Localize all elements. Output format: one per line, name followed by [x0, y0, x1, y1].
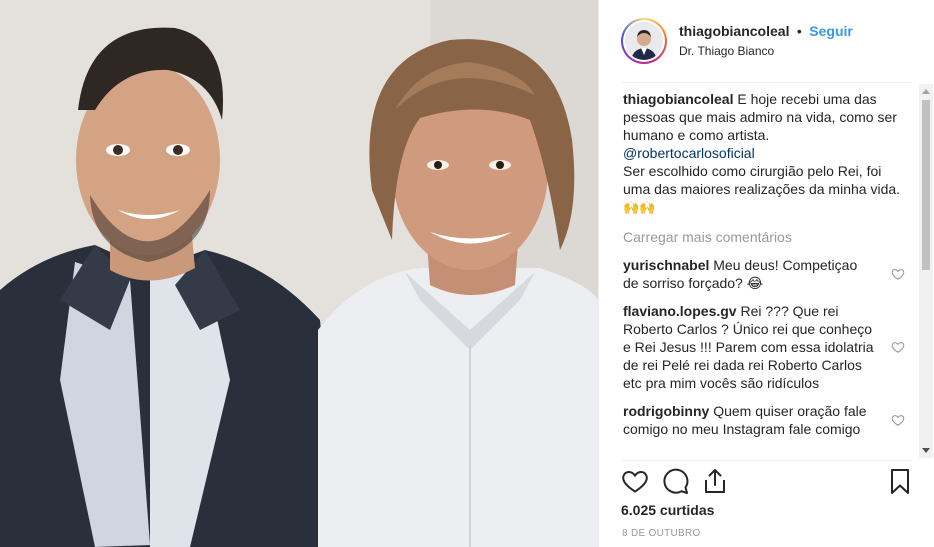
story-ring[interactable]: [621, 18, 667, 64]
caption-text-2: Ser escolhido como cirurgião pelo Rei, f…: [623, 163, 901, 197]
comment-username[interactable]: rodrigobinny: [623, 403, 709, 419]
instagram-post: thiagobiancoleal • Seguir Dr. Thiago Bia…: [0, 0, 934, 547]
comment-item: rodrigobinny Quem quiser oração fale com…: [623, 402, 909, 438]
comment-item: flaviano.lopes.gv Rei ??? Que rei Robert…: [623, 302, 909, 392]
comments-scrollbar[interactable]: [919, 84, 933, 458]
separator-dot: •: [796, 23, 802, 39]
avatar[interactable]: [625, 22, 663, 60]
heart-icon[interactable]: [621, 467, 649, 495]
share-icon[interactable]: [701, 467, 729, 495]
caption-emoji: 🙌🙌: [623, 201, 656, 216]
comment-username[interactable]: yurischnabel: [623, 257, 709, 273]
comment-username[interactable]: flaviano.lopes.gv: [623, 303, 737, 319]
header-divider: [621, 82, 911, 83]
display-name: Dr. Thiago Bianco: [679, 44, 775, 58]
comment-like-heart-icon[interactable]: [891, 267, 905, 281]
actions-divider: [621, 460, 911, 461]
caption-mention[interactable]: @robertocarlosoficial: [623, 145, 755, 161]
comments-section: thiagobiancoleal E hoje recebi uma das p…: [623, 90, 909, 460]
bookmark-icon[interactable]: [886, 467, 914, 495]
post-photo[interactable]: [0, 0, 598, 547]
comment-icon[interactable]: [661, 467, 689, 495]
post-username[interactable]: thiagobiancoleal: [679, 23, 789, 39]
post-actions-bar: [621, 467, 913, 495]
post-date[interactable]: 8 DE OUTUBRO: [622, 528, 701, 539]
comment-like-heart-icon[interactable]: [891, 340, 905, 354]
post-side-panel: thiagobiancoleal • Seguir Dr. Thiago Bia…: [598, 0, 934, 547]
post-caption: thiagobiancoleal E hoje recebi uma das p…: [623, 90, 909, 218]
scrollbar-thumb[interactable]: [922, 100, 930, 270]
post-header: thiagobiancoleal • Seguir Dr. Thiago Bia…: [599, 0, 934, 82]
avatar-image: [625, 22, 663, 60]
comment-like-heart-icon[interactable]: [891, 413, 905, 427]
comment-item: yurischnabel Meu deus! Competiçao de sor…: [623, 256, 909, 292]
photo-illustration: [0, 0, 598, 547]
scroll-up-arrow-icon[interactable]: [919, 84, 933, 98]
likes-count[interactable]: 6.025 curtidas: [621, 502, 714, 518]
scroll-down-arrow-icon[interactable]: [919, 444, 933, 458]
follow-button[interactable]: Seguir: [809, 23, 853, 39]
load-more-comments-button[interactable]: Carregar mais comentários: [623, 228, 909, 246]
caption-username[interactable]: thiagobiancoleal: [623, 91, 733, 107]
